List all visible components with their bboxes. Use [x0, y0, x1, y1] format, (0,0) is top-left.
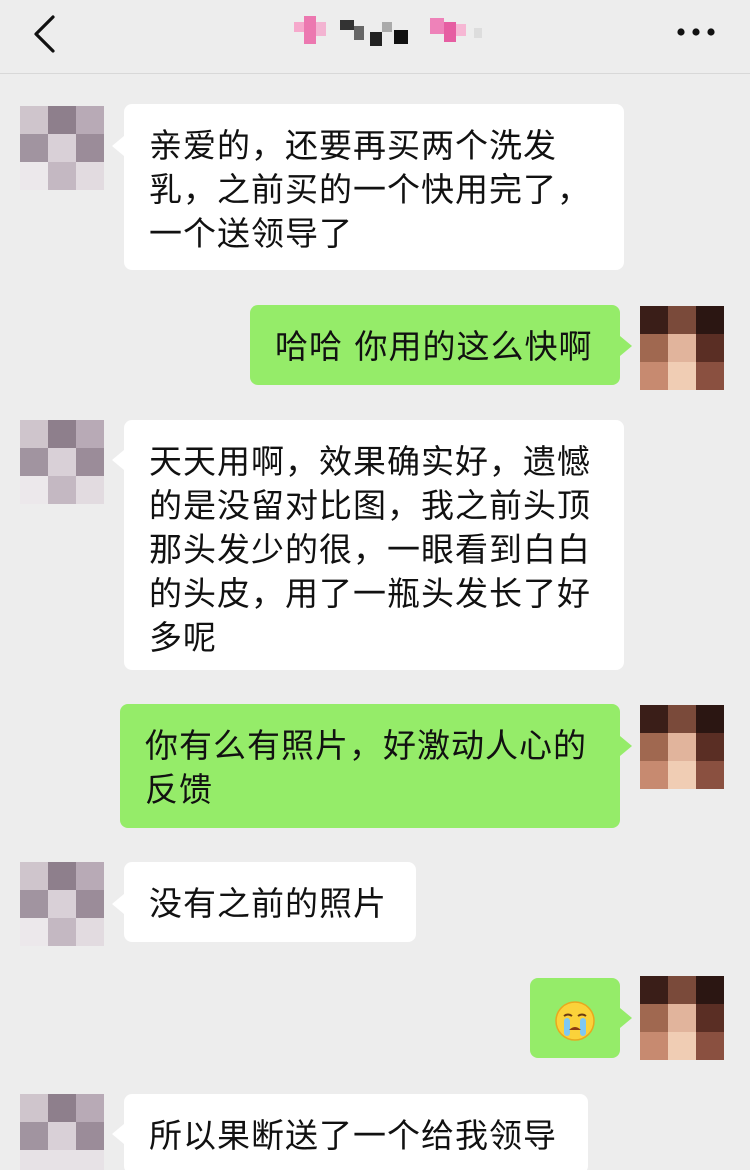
contact-avatar[interactable]: [20, 862, 104, 946]
message-text: 亲爱的，还要再买两个洗发乳，之前买的一个快用完了，一个送领导了: [149, 126, 591, 253]
contact-avatar[interactable]: [20, 420, 104, 504]
bubble-tail: [620, 736, 632, 756]
blurred-contact-name: [294, 16, 482, 46]
my-avatar[interactable]: [640, 705, 724, 789]
message-text: 天天用啊，效果确实好，遗憾的是没留对比图，我之前头顶那头发少的很，一眼看到白白的…: [149, 442, 591, 657]
bubble-tail: [112, 136, 124, 156]
my-avatar[interactable]: [640, 976, 724, 1060]
message-text: 你有么有照片，好激动人心的反馈: [145, 726, 587, 809]
message-bubble-incoming[interactable]: 所以果断送了一个给我领导: [124, 1094, 588, 1170]
message-bubble-outgoing[interactable]: 你有么有照片，好激动人心的反馈: [120, 704, 620, 828]
message-text: 没有之前的照片: [149, 884, 387, 923]
more-options-button[interactable]: [666, 12, 726, 52]
more-dots-icon: [677, 28, 715, 36]
contact-avatar[interactable]: [20, 1094, 104, 1170]
my-avatar[interactable]: [640, 306, 724, 390]
contact-avatar[interactable]: [20, 106, 104, 190]
bubble-tail: [620, 1008, 632, 1028]
bubble-tail: [620, 336, 632, 356]
bubble-tail: [112, 1124, 124, 1144]
message-bubble-outgoing[interactable]: [530, 978, 620, 1058]
chat-title: [285, 10, 495, 54]
back-button[interactable]: [22, 12, 66, 56]
message-text: 哈哈 你用的这么快啊: [275, 327, 593, 366]
chat-header: [0, 0, 750, 74]
crying-face-icon: [554, 1000, 596, 1042]
message-bubble-incoming[interactable]: 天天用啊，效果确实好，遗憾的是没留对比图，我之前头顶那头发少的很，一眼看到白白的…: [124, 420, 624, 670]
chevron-left-icon: [34, 15, 55, 53]
message-bubble-outgoing[interactable]: 哈哈 你用的这么快啊: [250, 305, 620, 385]
bubble-tail: [112, 450, 124, 470]
message-bubble-incoming[interactable]: 亲爱的，还要再买两个洗发乳，之前买的一个快用完了，一个送领导了: [124, 104, 624, 270]
message-bubble-incoming[interactable]: 没有之前的照片: [124, 862, 416, 942]
bubble-tail: [112, 894, 124, 914]
message-text: 所以果断送了一个给我领导: [149, 1116, 557, 1155]
